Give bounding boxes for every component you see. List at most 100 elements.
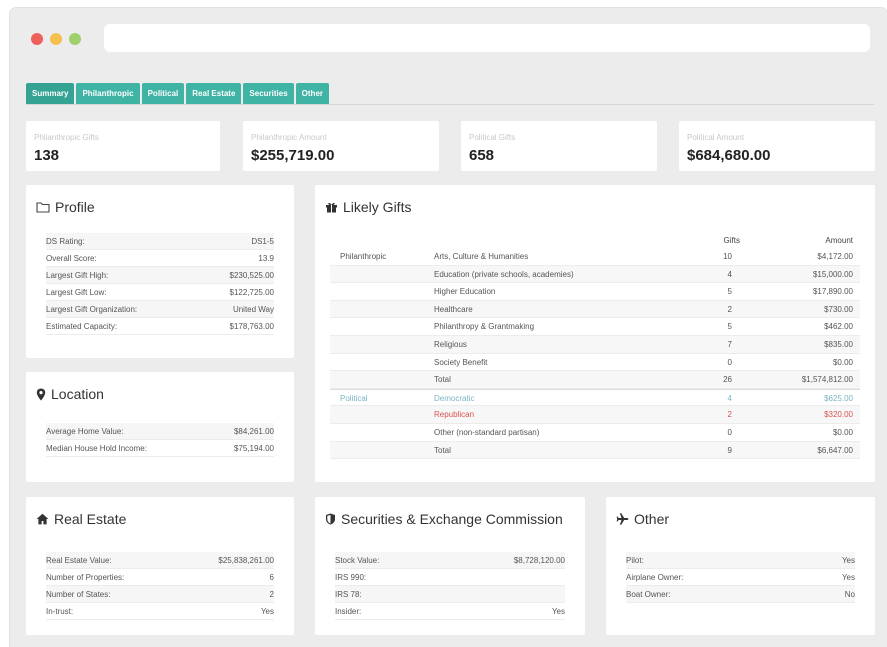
- tab-divider: [26, 104, 874, 105]
- table-row: Religious 7 $835.00: [330, 335, 860, 354]
- row-value: Yes: [551, 607, 565, 616]
- minimize-window-button[interactable]: [50, 33, 62, 45]
- row-value: DS1-5: [251, 237, 274, 246]
- tab-real-estate[interactable]: Real Estate: [186, 83, 242, 105]
- row-label: Insider:: [335, 607, 362, 616]
- row-value: $84,261.00: [233, 427, 274, 436]
- tab-securities[interactable]: Securities: [243, 83, 294, 105]
- list-item: Boat Owner: No: [626, 586, 855, 603]
- address-bar[interactable]: [104, 24, 870, 52]
- list-item: Estimated Capacity: $178,763.00: [46, 318, 274, 335]
- stat-label: Philanthropic Amount: [251, 133, 327, 142]
- tab-summary[interactable]: Summary: [26, 83, 75, 105]
- panel-title: Likely Gifts: [325, 199, 411, 215]
- row-value: $25,838,261.00: [218, 556, 274, 565]
- securities-list: Stock Value: $8,728,120.00 IRS 990: IRS 7…: [335, 552, 565, 620]
- close-window-button[interactable]: [31, 33, 43, 45]
- row-gifts: 2: [727, 304, 732, 314]
- tab-bar: Summary Philanthropic Political Real Est…: [26, 83, 330, 105]
- tab-other[interactable]: Other: [295, 83, 330, 105]
- panel-title: Location: [36, 386, 104, 402]
- row-label: Largest Gift Low:: [46, 288, 107, 297]
- stat-card-philanthropic-gifts: Philanthropic Gifts 138: [26, 121, 220, 171]
- tab-philanthropic[interactable]: Philanthropic: [76, 83, 140, 105]
- tab-political[interactable]: Political: [141, 83, 185, 105]
- location-list: Average Home Value: $84,261.00 Median Hou…: [46, 423, 274, 457]
- other-list: Pilot: Yes Airplane Owner: Yes Boat Owner:…: [626, 552, 855, 603]
- list-item: Real Estate Value: $25,838,261.00: [46, 552, 274, 569]
- row-value: No: [844, 590, 855, 599]
- row-category: Philanthropy & Grantmaking: [434, 322, 535, 332]
- row-amount: $0.00: [832, 427, 853, 437]
- home-icon: [36, 513, 49, 525]
- row-amount: $835.00: [824, 339, 853, 349]
- row-value: 13.9: [258, 254, 274, 263]
- list-item: Pilot: Yes: [626, 552, 855, 569]
- row-amount: $462.00: [824, 322, 853, 332]
- row-category: Education (private schools, academies): [434, 269, 574, 279]
- table-row: Philanthropy & Grantmaking 5 $462.00: [330, 318, 860, 336]
- row-label: Stock Value:: [335, 556, 380, 565]
- row-gifts: 10: [723, 252, 732, 261]
- row-amount: $4,172.00: [817, 252, 853, 261]
- row-type: Philanthropic: [340, 252, 387, 261]
- list-item: IRS 990:: [335, 569, 565, 586]
- row-value: $230,525.00: [229, 271, 275, 280]
- real-estate-panel: Real Estate Real Estate Value: $25,838,26…: [26, 497, 294, 635]
- row-label: DS Rating:: [46, 237, 85, 246]
- list-item: Overall Score: 13.9: [46, 250, 274, 267]
- panel-title: Real Estate: [36, 511, 126, 527]
- list-item: Average Home Value: $84,261.00: [46, 423, 274, 440]
- row-label: Estimated Capacity:: [46, 322, 118, 331]
- row-value: $8,728,120.00: [513, 556, 565, 565]
- list-item: In-trust: Yes: [46, 603, 274, 620]
- table-row: Republican 2 $320.00: [330, 406, 860, 424]
- row-label: Boat Owner:: [626, 590, 671, 599]
- title-bar: [10, 8, 887, 66]
- stat-value: $684,680.00: [687, 147, 771, 164]
- table-row: Philanthropic Arts, Culture & Humanities 1…: [330, 248, 860, 266]
- list-item: Airplane Owner: Yes: [626, 569, 855, 586]
- row-label: Largest Gift High:: [46, 271, 109, 280]
- shield-icon: [326, 513, 335, 525]
- list-item: Median House Hold Income: $75,194.00: [46, 440, 274, 457]
- row-category: Other (non-standard partisan): [434, 427, 540, 437]
- row-label: Median House Hold Income:: [46, 444, 147, 453]
- stat-label: Political Amount: [687, 133, 744, 142]
- row-value: Yes: [841, 573, 855, 582]
- row-value: 6: [269, 573, 274, 582]
- row-amount: $6,647.00: [817, 445, 853, 455]
- row-category: Democratic: [434, 393, 475, 403]
- list-item: Stock Value: $8,728,120.00: [335, 552, 565, 569]
- list-item: Largest Gift High: $230,525.00: [46, 267, 274, 284]
- table-row: Total 26 $1,574,812.00: [330, 371, 860, 389]
- likely-gifts-panel: Likely Gifts Gifts Amount Philanthropic A…: [315, 185, 875, 482]
- stat-value: 658: [469, 147, 495, 164]
- row-gifts: 9: [727, 445, 732, 455]
- row-amount: $1,574,812.00: [801, 375, 853, 385]
- row-label: Largest Gift Organization:: [46, 305, 138, 314]
- row-value: $122,725.00: [229, 288, 275, 297]
- row-value: 2: [269, 590, 274, 599]
- row-amount: $15,000.00: [812, 269, 853, 279]
- row-amount: $320.00: [824, 410, 853, 420]
- row-category: Religious: [434, 339, 467, 349]
- likely-gifts-table: Philanthropic Arts, Culture & Humanities 1…: [330, 248, 860, 460]
- row-amount: $730.00: [824, 304, 853, 314]
- row-category: Higher Education: [434, 287, 496, 297]
- row-category: Total: [434, 445, 451, 455]
- row-gifts: 4: [727, 269, 732, 279]
- row-gifts: 7: [727, 339, 732, 349]
- column-header-amount: Amount: [825, 236, 853, 245]
- stat-card-philanthropic-amount: Philanthropic Amount $255,719.00: [243, 121, 439, 171]
- row-label: Number of Properties:: [46, 573, 125, 582]
- row-type: Political: [340, 393, 368, 403]
- maximize-window-button[interactable]: [69, 33, 81, 45]
- table-row: Healthcare 2 $730.00: [330, 300, 860, 319]
- table-row: Society Benefit 0 $0.00: [330, 354, 860, 372]
- row-label: Airplane Owner:: [626, 573, 684, 582]
- map-marker-icon: [36, 388, 46, 400]
- row-value: $75,194.00: [233, 444, 274, 453]
- row-gifts: 0: [727, 427, 732, 437]
- gift-icon: [326, 202, 337, 213]
